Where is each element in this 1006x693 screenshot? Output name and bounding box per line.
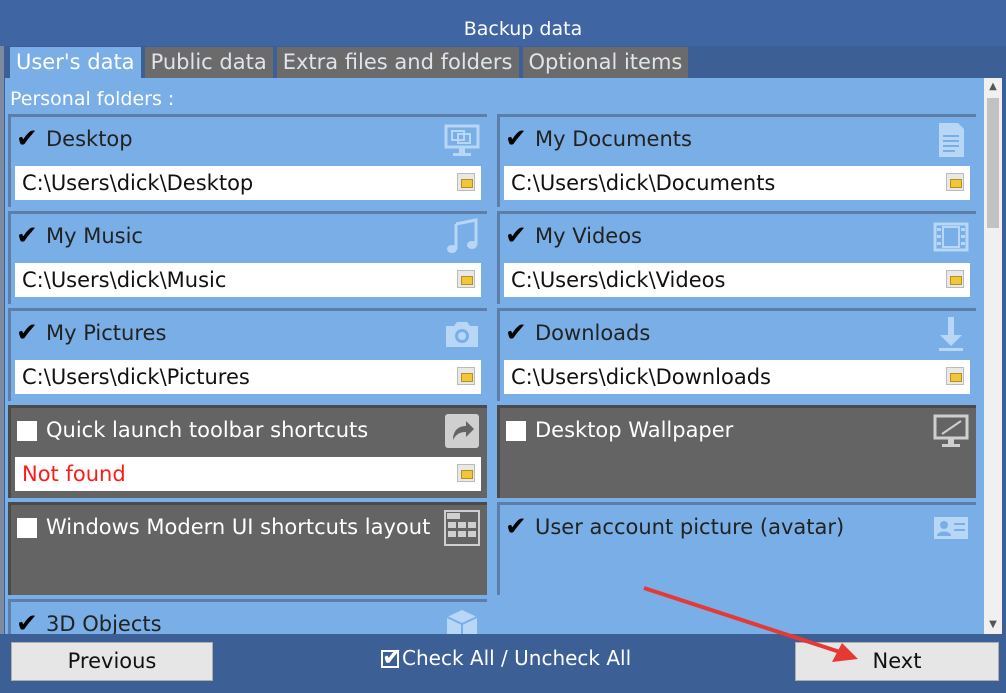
- desktop-browse-folder-icon[interactable]: [457, 173, 475, 191]
- scroll-thumb[interactable]: [987, 98, 999, 228]
- downloads-browse-folder-icon[interactable]: [946, 367, 964, 385]
- pictures-path-value: C:\Users\dick\Pictures: [22, 365, 250, 389]
- check-all-toggle[interactable]: Check All / Uncheck All: [381, 643, 632, 671]
- desktop-path-value: C:\Users\dick\Desktop: [22, 171, 254, 195]
- vertical-scrollbar[interactable]: ▲ ▼: [984, 78, 1002, 634]
- pictures-checkbox[interactable]: [16, 318, 38, 348]
- item-my-music: My Music C:\Users\dick\Music: [8, 211, 487, 304]
- item-my-documents: My Documents C:\Users\dick\Documents: [497, 114, 976, 207]
- wallpaper-checkbox[interactable]: [506, 421, 526, 441]
- window-title: Backup data: [463, 18, 583, 40]
- wallpaper-label: Desktop Wallpaper: [535, 418, 734, 442]
- scroll-down-icon[interactable]: ▼: [984, 616, 1002, 634]
- section-title: Personal folders :: [10, 88, 175, 110]
- desktop-checkbox[interactable]: [16, 124, 38, 154]
- item-quick-launch: Quick launch toolbar shortcuts Not found: [8, 405, 487, 498]
- quicklaunch-browse-folder-icon[interactable]: [457, 464, 475, 482]
- desktop-label: Desktop: [46, 127, 133, 151]
- documents-label: My Documents: [535, 127, 692, 151]
- music-browse-folder-icon[interactable]: [457, 270, 475, 288]
- quicklaunch-path-field[interactable]: Not found: [15, 457, 481, 491]
- desktop-path-field[interactable]: C:\Users\dick\Desktop: [15, 166, 481, 200]
- item-my-videos: My Videos C:\Users\dick\Videos: [497, 211, 976, 304]
- wallpaper-icon: [932, 412, 970, 450]
- item-desktop: Desktop C:\Users\dick\Desktop: [8, 114, 487, 207]
- title-bar: Backup data: [0, 0, 1006, 46]
- modernui-checkbox[interactable]: [17, 518, 37, 538]
- camera-icon: [443, 315, 481, 353]
- downloads-checkbox[interactable]: [505, 318, 527, 348]
- downloads-path-field[interactable]: C:\Users\dick\Downloads: [504, 360, 970, 394]
- tab-optional-items[interactable]: Optional items: [522, 47, 689, 78]
- monitor-icon: [443, 121, 481, 159]
- contact-card-icon: [932, 509, 970, 547]
- cube-icon: [443, 606, 481, 634]
- objects3d-label: 3D Objects: [46, 612, 162, 634]
- videos-path-field[interactable]: C:\Users\dick\Videos: [504, 263, 970, 297]
- item-user-avatar: User account picture (avatar): [497, 502, 976, 595]
- music-path-field[interactable]: C:\Users\dick\Music: [15, 263, 481, 297]
- pictures-path-field[interactable]: C:\Users\dick\Pictures: [15, 360, 481, 394]
- music-path-value: C:\Users\dick\Music: [22, 268, 227, 292]
- music-checkbox[interactable]: [16, 221, 38, 251]
- previous-button[interactable]: Previous: [11, 642, 213, 681]
- item-3d-objects: 3D Objects: [8, 599, 487, 634]
- music-label: My Music: [46, 224, 143, 248]
- pictures-browse-folder-icon[interactable]: [457, 367, 475, 385]
- film-icon: [932, 218, 970, 256]
- avatar-label: User account picture (avatar): [535, 515, 845, 539]
- quicklaunch-path-value: Not found: [22, 462, 126, 486]
- tab-users-data[interactable]: User's data: [10, 47, 141, 78]
- tab-strip: User's data Public data Extra files and …: [10, 47, 689, 78]
- scroll-up-icon[interactable]: ▲: [984, 78, 1002, 96]
- documents-browse-folder-icon[interactable]: [946, 173, 964, 191]
- objects3d-checkbox[interactable]: [16, 609, 38, 634]
- downloads-path-value: C:\Users\dick\Downloads: [511, 365, 771, 389]
- users-data-panel: Personal folders : Desktop C:\Users\dick…: [5, 78, 984, 634]
- check-all-label: Check All / Uncheck All: [402, 646, 632, 670]
- tab-public-data[interactable]: Public data: [144, 47, 273, 78]
- shortcut-arrow-icon: [443, 412, 481, 450]
- check-all-checkbox[interactable]: [381, 643, 402, 671]
- videos-label: My Videos: [535, 224, 642, 248]
- pictures-label: My Pictures: [46, 321, 167, 345]
- download-arrow-icon: [932, 315, 970, 353]
- documents-path-field[interactable]: C:\Users\dick\Documents: [504, 166, 970, 200]
- quicklaunch-label: Quick launch toolbar shortcuts: [46, 418, 369, 442]
- item-modern-ui-layout: Windows Modern UI shortcuts layout: [8, 502, 487, 595]
- documents-checkbox[interactable]: [505, 124, 527, 154]
- quicklaunch-checkbox[interactable]: [17, 421, 37, 441]
- start-grid-icon: [443, 509, 481, 547]
- downloads-label: Downloads: [535, 321, 651, 345]
- videos-checkbox[interactable]: [505, 221, 527, 251]
- next-button[interactable]: Next: [795, 642, 999, 681]
- window-left-edge: [0, 0, 4, 693]
- videos-path-value: C:\Users\dick\Videos: [511, 268, 726, 292]
- documents-path-value: C:\Users\dick\Documents: [511, 171, 776, 195]
- footer-bar: Previous Check All / Uncheck All Next: [0, 634, 1006, 693]
- item-my-pictures: My Pictures C:\Users\dick\Pictures: [8, 308, 487, 401]
- avatar-checkbox[interactable]: [505, 512, 527, 542]
- videos-browse-folder-icon[interactable]: [946, 270, 964, 288]
- music-note-icon: [443, 218, 481, 256]
- item-downloads: Downloads C:\Users\dick\Downloads: [497, 308, 976, 401]
- document-icon: [932, 121, 970, 159]
- modernui-label: Windows Modern UI shortcuts layout: [46, 515, 431, 539]
- item-desktop-wallpaper: Desktop Wallpaper: [497, 405, 976, 498]
- tab-extra-files[interactable]: Extra files and folders: [276, 47, 519, 78]
